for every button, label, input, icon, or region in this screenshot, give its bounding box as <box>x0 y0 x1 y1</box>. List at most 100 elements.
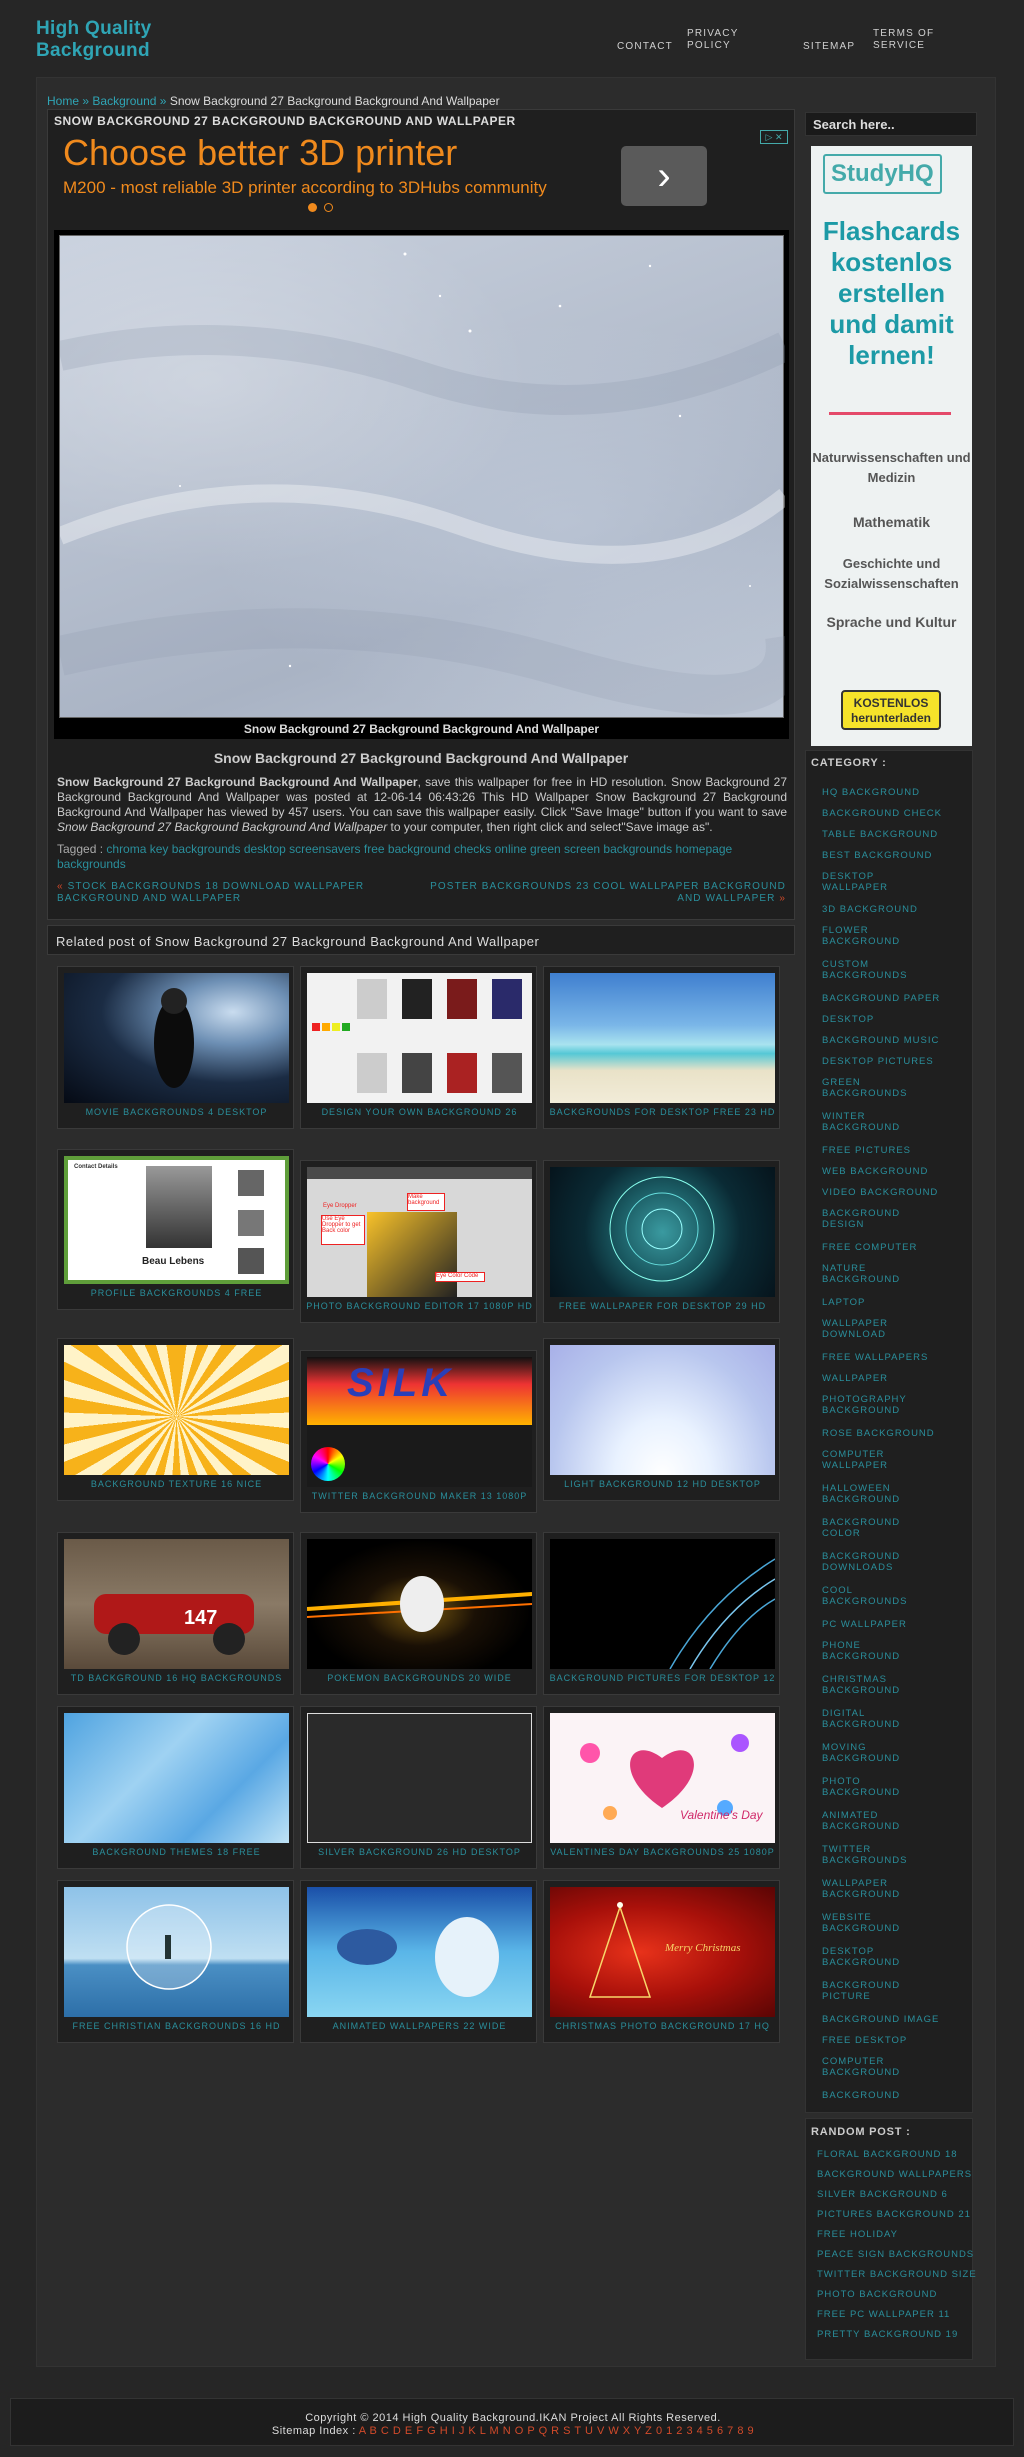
category-link[interactable]: BACKGROUND PAPER <box>822 993 962 1004</box>
category-link[interactable]: BACKGROUND COLOR <box>822 1517 899 1539</box>
related-thumbnail[interactable] <box>64 1713 289 1843</box>
related-card[interactable]: BACKGROUND PICTURES FOR DESKTOP 12 <box>543 1532 780 1695</box>
category-link[interactable]: ANIMATED BACKGROUND <box>822 1810 899 1832</box>
tag-link[interactable]: desktop screensavers free <box>244 842 385 856</box>
related-card-label[interactable]: ANIMATED WALLPAPERS 22 WIDE <box>301 2021 538 2031</box>
category-link[interactable]: FREE WALLPAPERS <box>822 1352 962 1363</box>
related-thumbnail[interactable] <box>64 1345 289 1475</box>
next-post-link[interactable]: POSTER BACKGROUNDS 23 COOL WALLPAPER BAC… <box>420 881 786 905</box>
related-card[interactable]: SILK TWITTER BACKGROUND MAKER 13 1080P <box>300 1350 537 1513</box>
random-post-link[interactable]: FREE HOLIDAY <box>817 2229 977 2240</box>
related-card-label[interactable]: BACKGROUNDS FOR DESKTOP FREE 23 HD <box>544 1107 781 1117</box>
category-link[interactable]: HQ BACKGROUND <box>822 787 962 798</box>
category-link[interactable]: WEB BACKGROUND <box>822 1166 962 1177</box>
search-input[interactable] <box>805 112 977 136</box>
category-link[interactable]: PHONE BACKGROUND <box>822 1640 899 1662</box>
related-thumbnail[interactable]: Merry Christmas <box>550 1887 775 2017</box>
category-link[interactable]: WALLPAPER BACKGROUND <box>822 1878 899 1900</box>
category-link[interactable]: BACKGROUND IMAGE <box>822 2014 962 2025</box>
ad-subline[interactable]: M200 - most reliable 3D printer accordin… <box>63 178 547 198</box>
related-card[interactable]: Contact Details Beau Lebens PROFILE BACK… <box>57 1149 294 1310</box>
category-link[interactable]: COMPUTER BACKGROUND <box>822 2056 899 2078</box>
category-link[interactable]: WEBSITE BACKGROUND <box>822 1912 899 1934</box>
breadcrumb-home[interactable]: Home <box>47 94 79 108</box>
category-link[interactable]: LAPTOP <box>822 1297 962 1308</box>
nav-terms-of-service[interactable]: TERMS OF SERVICE <box>873 28 953 52</box>
breadcrumb-category[interactable]: Background <box>92 94 156 108</box>
sidebar-ad-headline[interactable]: Flashcards kostenlos erstellen und damit… <box>811 216 972 371</box>
category-link[interactable]: BEST BACKGROUND <box>822 850 962 861</box>
related-card-label[interactable]: BACKGROUND THEMES 18 FREE <box>58 1847 295 1857</box>
related-card[interactable]: BACKGROUND TEXTURE 16 NICE <box>57 1338 294 1501</box>
category-link[interactable]: TWITTER BACKGROUNDS <box>822 1844 906 1866</box>
related-thumbnail[interactable]: Use Eye Dropper to get Back color Make b… <box>307 1167 532 1297</box>
category-link[interactable]: BACKGROUND DESIGN <box>822 1208 899 1230</box>
related-card[interactable]: Merry Christmas CHRISTMAS PHOTO BACKGROU… <box>543 1880 780 2043</box>
related-card-label[interactable]: TWITTER BACKGROUND MAKER 13 1080P <box>301 1491 538 1501</box>
random-post-link[interactable]: FLORAL BACKGROUND 18 <box>817 2149 977 2160</box>
studyhq-logo[interactable]: StudyHQ <box>823 154 942 194</box>
category-link[interactable]: FREE DESKTOP <box>822 2035 962 2046</box>
nav-sitemap[interactable]: SITEMAP <box>803 41 855 53</box>
related-card[interactable]: Use Eye Dropper to get Back color Make b… <box>300 1160 537 1323</box>
related-card[interactable]: SILVER BACKGROUND 26 HD DESKTOP <box>300 1706 537 1869</box>
category-link[interactable]: DESKTOP WALLPAPER <box>822 871 892 893</box>
related-card-label[interactable]: BACKGROUND PICTURES FOR DESKTOP 12 <box>544 1673 781 1683</box>
related-card[interactable]: DESIGN YOUR OWN BACKGROUND 26 <box>300 966 537 1129</box>
related-card[interactable]: ANIMATED WALLPAPERS 22 WIDE <box>300 1880 537 2043</box>
category-link[interactable]: DESKTOP <box>822 1014 962 1025</box>
related-card[interactable]: BACKGROUNDS FOR DESKTOP FREE 23 HD <box>543 966 780 1129</box>
category-link[interactable]: BACKGROUND CHECK <box>822 808 962 819</box>
related-thumbnail[interactable] <box>550 973 775 1103</box>
ad-dot-active[interactable] <box>308 203 317 212</box>
category-link[interactable]: PC WALLPAPER <box>822 1619 962 1630</box>
random-post-link[interactable]: PEACE SIGN BACKGROUNDS <box>817 2249 977 2260</box>
related-card-label[interactable]: MOVIE BACKGROUNDS 4 DESKTOP <box>58 1107 295 1117</box>
related-card-label[interactable]: CHRISTMAS PHOTO BACKGROUND 17 HQ <box>544 2021 781 2031</box>
ad-banner[interactable]: Choose better 3D printer M200 - most rel… <box>55 126 788 226</box>
category-link[interactable]: WALLPAPER DOWNLOAD <box>822 1318 892 1340</box>
random-post-link[interactable]: TWITTER BACKGROUND SIZE <box>817 2269 977 2280</box>
category-link[interactable]: CHRISTMAS BACKGROUND <box>822 1674 899 1696</box>
related-card[interactable]: LIGHT BACKGROUND 12 HD DESKTOP <box>543 1338 780 1501</box>
related-card-label[interactable]: PHOTO BACKGROUND EDITOR 17 1080P HD <box>301 1301 538 1311</box>
snow-wallpaper-image[interactable] <box>59 235 785 718</box>
category-link[interactable]: GREEN BACKGROUNDS <box>822 1077 906 1099</box>
category-link[interactable]: HALLOWEEN BACKGROUND <box>822 1483 899 1505</box>
previous-post-link[interactable]: « STOCK BACKGROUNDS 18 DOWNLOAD WALLPAPE… <box>57 881 387 905</box>
random-post-link[interactable]: PICTURES BACKGROUND 21 <box>817 2209 977 2220</box>
category-link[interactable]: TABLE BACKGROUND <box>822 829 962 840</box>
nav-privacy-policy[interactable]: PRIVACY POLICY <box>687 28 747 52</box>
tag-link[interactable]: chroma key backgrounds <box>106 842 240 856</box>
related-thumbnail[interactable] <box>64 1887 289 2017</box>
category-link[interactable]: FREE COMPUTER <box>822 1242 962 1253</box>
related-thumbnail[interactable] <box>307 1713 532 1843</box>
tag-link[interactable]: green screen backgrounds <box>530 842 672 856</box>
related-card[interactable]: 147 TD BACKGROUND 16 HQ BACKGROUNDS <box>57 1532 294 1695</box>
random-post-link[interactable]: PHOTO BACKGROUND <box>817 2289 977 2300</box>
category-link[interactable]: BACKGROUND MUSIC <box>822 1035 962 1046</box>
related-card[interactable]: POKEMON BACKGROUNDS 20 WIDE <box>300 1532 537 1695</box>
category-link[interactable]: CUSTOM BACKGROUNDS <box>822 959 906 981</box>
prev-post-label[interactable]: STOCK BACKGROUNDS 18 DOWNLOAD WALLPAPER … <box>57 881 364 904</box>
related-thumbnail[interactable]: 147 <box>64 1539 289 1669</box>
category-link[interactable]: FLOWER BACKGROUND <box>822 925 899 947</box>
related-thumbnail[interactable] <box>306 1539 533 1669</box>
related-thumbnail[interactable] <box>64 973 289 1103</box>
related-thumbnail[interactable]: SILK <box>307 1357 532 1487</box>
tag-link[interactable]: background checks online <box>388 842 527 856</box>
related-thumbnail[interactable] <box>307 973 532 1103</box>
ad-close-icon[interactable]: ▷ ✕ <box>760 130 788 144</box>
sitemap-index-letters[interactable]: A B C D E F G H I J K L M N O P Q R S T … <box>359 2425 754 2437</box>
related-card-label[interactable]: FREE WALLPAPER FOR DESKTOP 29 HD <box>544 1301 781 1311</box>
category-link[interactable]: FREE PICTURES <box>822 1145 962 1156</box>
category-link[interactable]: MOVING BACKGROUND <box>822 1742 899 1764</box>
related-card[interactable]: FREE WALLPAPER FOR DESKTOP 29 HD <box>543 1160 780 1323</box>
random-post-link[interactable]: SILVER BACKGROUND 6 <box>817 2189 977 2200</box>
related-thumbnail[interactable]: Valentine's Day <box>550 1713 775 1843</box>
random-post-link[interactable]: BACKGROUND WALLPAPERS <box>817 2169 977 2180</box>
category-link[interactable]: ROSE BACKGROUND <box>822 1428 962 1439</box>
related-card-label[interactable]: BACKGROUND TEXTURE 16 NICE <box>58 1479 295 1489</box>
category-link[interactable]: DESKTOP BACKGROUND <box>822 1946 899 1968</box>
related-card[interactable]: Valentine's Day VALENTINES DAY BACKGROUN… <box>543 1706 780 1869</box>
